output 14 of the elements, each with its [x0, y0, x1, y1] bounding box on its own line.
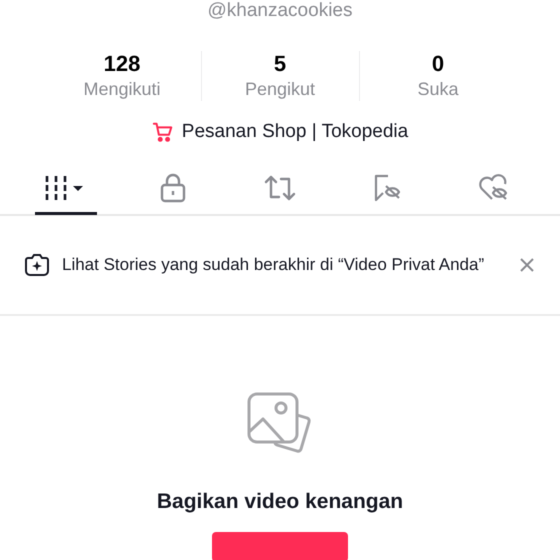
banner-text: Lihat Stories yang sudah berakhir di “Video Privat Anda”: [62, 254, 486, 276]
shop-link[interactable]: Pesanan Shop | Tokopedia: [182, 121, 408, 143]
stat-value: 128: [104, 51, 140, 77]
stat-label: Suka: [417, 78, 459, 101]
stat-value: 5: [274, 51, 286, 77]
stat-label: Pengikut: [244, 78, 316, 101]
username: @khanzacookies: [208, 0, 352, 23]
stat-label: Mengikuti: [83, 78, 161, 101]
stat-value: 0: [432, 51, 444, 77]
cart-icon: [152, 121, 174, 143]
empty-title: Bagikan video kenangan: [156, 490, 404, 514]
close-button[interactable]: [518, 256, 536, 274]
bookmark-hidden-icon: [372, 172, 402, 202]
lock-icon: [158, 172, 187, 202]
